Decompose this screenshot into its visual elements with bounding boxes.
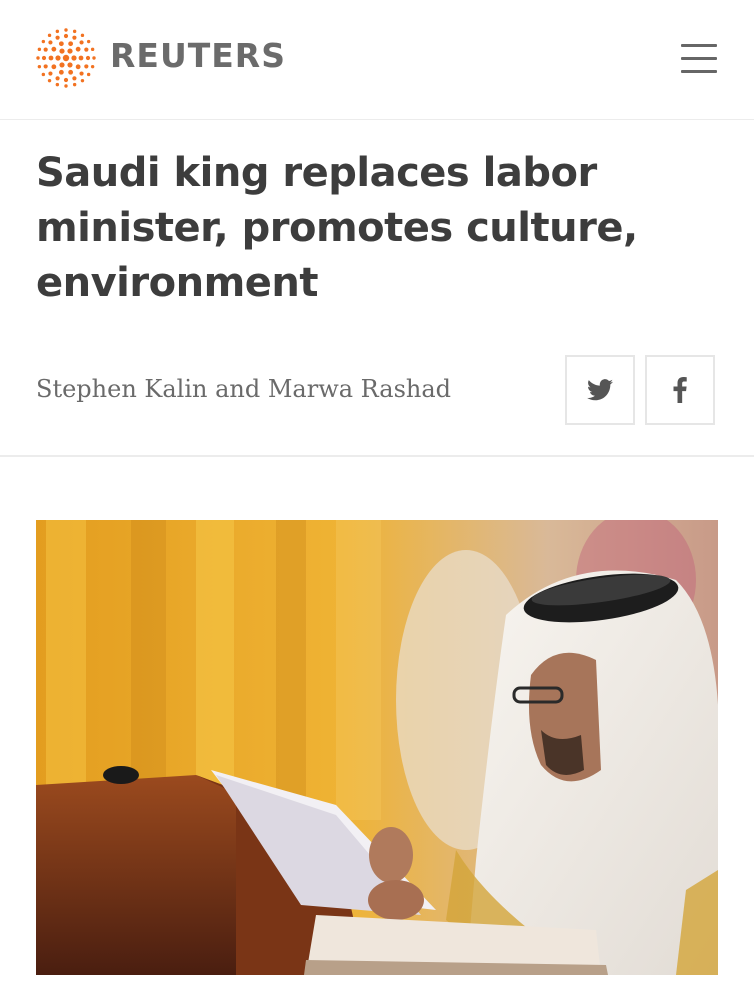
logo-dot xyxy=(92,56,96,60)
logo-dot xyxy=(55,76,60,81)
twitter-icon xyxy=(587,379,613,401)
logo-dot xyxy=(86,39,91,44)
logo-dot xyxy=(37,47,42,52)
logo-dot xyxy=(80,78,85,83)
logo-dot xyxy=(51,64,57,70)
logo-dot xyxy=(62,54,70,62)
logo-dot xyxy=(36,56,40,60)
logo-dot xyxy=(84,47,89,52)
logo-dot xyxy=(80,33,85,38)
site-header: REUTERS xyxy=(0,0,754,120)
headline-line: minister, promotes culture, xyxy=(36,205,638,251)
logo-dot xyxy=(48,55,54,61)
logo-dot xyxy=(55,35,60,40)
logo-dot xyxy=(78,55,84,61)
logo-dot xyxy=(59,48,65,54)
section-divider xyxy=(0,455,754,457)
logo-dot xyxy=(51,46,57,52)
logo-dot xyxy=(58,69,64,75)
logo-dot xyxy=(67,48,73,54)
logo-dot xyxy=(41,72,46,77)
logo-dot xyxy=(47,78,52,83)
facebook-share-button[interactable] xyxy=(645,355,715,425)
logo-dot xyxy=(41,55,47,61)
brand-name[interactable]: REUTERS xyxy=(110,36,286,76)
logo-dot xyxy=(58,41,64,47)
logo-dot xyxy=(59,62,65,68)
logo-dot xyxy=(85,55,91,61)
logo-dot xyxy=(43,64,48,69)
logo-dot xyxy=(75,64,81,70)
logo-dot xyxy=(41,39,46,44)
logo-dot xyxy=(79,71,84,76)
logo-dot xyxy=(48,40,53,45)
logo-dot xyxy=(84,64,89,69)
logo-dot xyxy=(55,82,60,87)
logo-dot xyxy=(71,55,77,61)
logo-dot xyxy=(64,84,68,88)
logo-dot xyxy=(75,46,81,52)
facebook-icon xyxy=(673,377,687,403)
logo-dot xyxy=(43,47,48,52)
logo-dot xyxy=(90,47,95,52)
logo-dot xyxy=(63,33,69,39)
logo-dot xyxy=(63,77,69,83)
twitter-share-button[interactable] xyxy=(565,355,635,425)
logo-dot xyxy=(37,64,42,69)
logo-dot xyxy=(86,72,91,77)
article-byline[interactable]: Stephen Kalin and Marwa Rashad xyxy=(36,372,451,406)
logo-dot xyxy=(72,76,77,81)
logo-dot xyxy=(90,64,95,69)
hamburger-menu-icon[interactable] xyxy=(676,40,722,80)
logo-dot xyxy=(67,62,73,68)
logo-dot xyxy=(55,55,61,61)
logo-dot xyxy=(68,41,74,47)
headline-line: environment xyxy=(36,260,318,306)
reuters-logo-icon[interactable] xyxy=(36,28,96,88)
logo-dot xyxy=(72,29,77,34)
logo-dot xyxy=(47,33,52,38)
logo-dot xyxy=(79,40,84,45)
logo-dot xyxy=(64,28,68,32)
logo-dot xyxy=(48,71,53,76)
logo-dot xyxy=(55,29,60,34)
logo-dot xyxy=(72,35,77,40)
article-photo[interactable] xyxy=(36,520,718,975)
logo-dot xyxy=(68,69,74,75)
headline-line: Saudi king replaces labor xyxy=(36,150,597,196)
article-headline: Saudi king replaces labor minister, prom… xyxy=(36,146,696,311)
logo-dot xyxy=(72,82,77,87)
